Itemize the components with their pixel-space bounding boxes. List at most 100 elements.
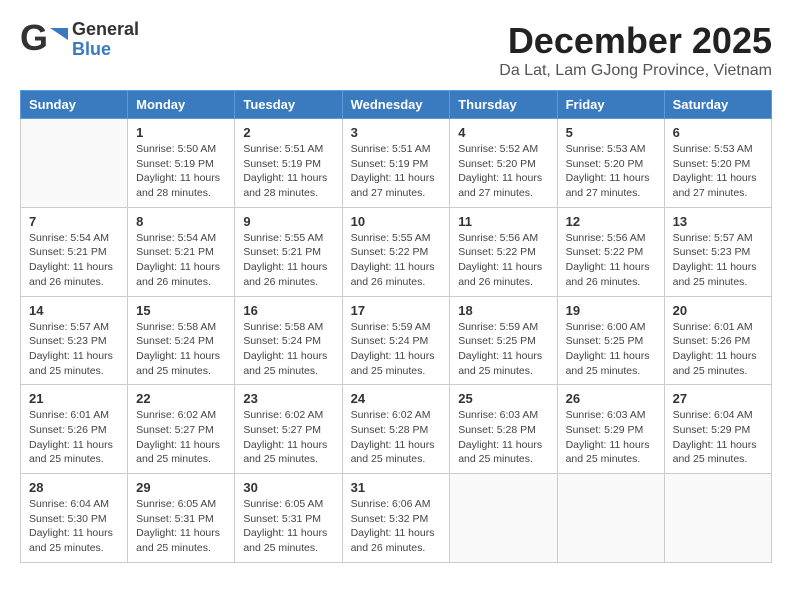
day-cell: 10 Sunrise: 5:55 AMSunset: 5:22 PMDayligh… xyxy=(342,207,450,296)
day-cell xyxy=(664,474,771,563)
day-info: Sunrise: 5:56 AMSunset: 5:22 PMDaylight:… xyxy=(458,231,548,290)
day-info: Sunrise: 5:59 AMSunset: 5:24 PMDaylight:… xyxy=(351,320,442,379)
day-number: 27 xyxy=(673,391,763,406)
day-cell: 30 Sunrise: 6:05 AMSunset: 5:31 PMDayligh… xyxy=(235,474,342,563)
day-cell: 4Sunrise: 5:52 AMSunset: 5:20 PMDaylight… xyxy=(450,119,557,208)
day-cell: 15Sunrise: 5:58 AMSunset: 5:24 PMDayligh… xyxy=(128,296,235,385)
day-info: Sunrise: 6:04 AMSunset: 5:29 PMDaylight:… xyxy=(673,408,763,467)
day-cell: 26 Sunrise: 6:03 AMSunset: 5:29 PMDayligh… xyxy=(557,385,664,474)
day-cell: 20Sunrise: 6:01 AMSunset: 5:26 PMDayligh… xyxy=(664,296,771,385)
day-number: 18 xyxy=(458,303,548,318)
day-info: Sunrise: 5:55 AMSunset: 5:22 PMDaylight:… xyxy=(351,231,442,290)
day-number: 7 xyxy=(29,214,119,229)
day-number: 4 xyxy=(458,125,548,140)
day-cell: 19 Sunrise: 6:00 AMSunset: 5:25 PMDayligh… xyxy=(557,296,664,385)
day-number: 16 xyxy=(243,303,333,318)
week-row-3: 14 Sunrise: 5:57 AMSunset: 5:23 PMDayligh… xyxy=(21,296,772,385)
day-info: Sunrise: 6:02 AMSunset: 5:27 PMDaylight:… xyxy=(136,408,226,467)
day-cell xyxy=(450,474,557,563)
svg-text:G: G xyxy=(20,20,48,58)
day-cell: 14 Sunrise: 5:57 AMSunset: 5:23 PMDayligh… xyxy=(21,296,128,385)
title-block: December 2025 Da Lat, Lam GJong Province… xyxy=(499,20,772,80)
day-info: Sunrise: 5:58 AMSunset: 5:24 PMDaylight:… xyxy=(243,320,333,379)
day-cell: 22 Sunrise: 6:02 AMSunset: 5:27 PMDayligh… xyxy=(128,385,235,474)
day-cell: 24 Sunrise: 6:02 AMSunset: 5:28 PMDayligh… xyxy=(342,385,450,474)
day-number: 31 xyxy=(351,480,442,495)
location-title: Da Lat, Lam GJong Province, Vietnam xyxy=(499,62,772,80)
day-number: 23 xyxy=(243,391,333,406)
day-info: Sunrise: 6:05 AMSunset: 5:31 PMDaylight:… xyxy=(136,497,226,556)
week-row-2: 7 Sunrise: 5:54 AMSunset: 5:21 PMDaylight… xyxy=(21,207,772,296)
header-saturday: Saturday xyxy=(664,91,771,119)
day-number: 13 xyxy=(673,214,763,229)
day-info: Sunrise: 6:04 AMSunset: 5:30 PMDaylight:… xyxy=(29,497,119,556)
day-info: Sunrise: 5:57 AMSunset: 5:23 PMDaylight:… xyxy=(29,320,119,379)
day-info: Sunrise: 5:54 AMSunset: 5:21 PMDaylight:… xyxy=(136,231,226,290)
day-cell: 12Sunrise: 5:56 AMSunset: 5:22 PMDayligh… xyxy=(557,207,664,296)
week-row-5: 28 Sunrise: 6:04 AMSunset: 5:30 PMDayligh… xyxy=(21,474,772,563)
day-cell: 28 Sunrise: 6:04 AMSunset: 5:30 PMDayligh… xyxy=(21,474,128,563)
day-cell: 11 Sunrise: 5:56 AMSunset: 5:22 PMDayligh… xyxy=(450,207,557,296)
day-number: 8 xyxy=(136,214,226,229)
day-number: 5 xyxy=(566,125,656,140)
day-number: 24 xyxy=(351,391,442,406)
day-cell xyxy=(21,119,128,208)
day-info: Sunrise: 5:58 AMSunset: 5:24 PMDaylight:… xyxy=(136,320,226,379)
day-number: 30 xyxy=(243,480,333,495)
day-cell: 23Sunrise: 6:02 AMSunset: 5:27 PMDayligh… xyxy=(235,385,342,474)
day-number: 25 xyxy=(458,391,548,406)
page-header: G General Blue December 2025 Da Lat, Lam… xyxy=(20,20,772,80)
header-friday: Friday xyxy=(557,91,664,119)
logo-blue: Blue xyxy=(72,40,139,60)
day-info: Sunrise: 5:57 AMSunset: 5:23 PMDaylight:… xyxy=(673,231,763,290)
day-cell: 7Sunrise: 5:54 AMSunset: 5:21 PMDaylight… xyxy=(21,207,128,296)
day-info: Sunrise: 6:06 AMSunset: 5:32 PMDaylight:… xyxy=(351,497,442,556)
day-number: 28 xyxy=(29,480,119,495)
day-info: Sunrise: 5:53 AMSunset: 5:20 PMDaylight:… xyxy=(673,142,763,201)
day-number: 26 xyxy=(566,391,656,406)
day-cell: 21 Sunrise: 6:01 AMSunset: 5:26 PMDayligh… xyxy=(21,385,128,474)
day-info: Sunrise: 6:01 AMSunset: 5:26 PMDaylight:… xyxy=(673,320,763,379)
week-row-1: 1Sunrise: 5:50 AMSunset: 5:19 PMDaylight… xyxy=(21,119,772,208)
logo-general: General xyxy=(72,20,139,40)
day-info: Sunrise: 6:03 AMSunset: 5:29 PMDaylight:… xyxy=(566,408,656,467)
day-cell: 31 Sunrise: 6:06 AMSunset: 5:32 PMDayligh… xyxy=(342,474,450,563)
day-info: Sunrise: 6:03 AMSunset: 5:28 PMDaylight:… xyxy=(458,408,548,467)
day-number: 19 xyxy=(566,303,656,318)
day-cell: 6 Sunrise: 5:53 AMSunset: 5:20 PMDaylight… xyxy=(664,119,771,208)
day-cell: 5Sunrise: 5:53 AMSunset: 5:20 PMDaylight… xyxy=(557,119,664,208)
day-number: 22 xyxy=(136,391,226,406)
logo: G General Blue xyxy=(20,20,139,60)
month-title: December 2025 xyxy=(499,20,772,62)
day-cell: 3Sunrise: 5:51 AMSunset: 5:19 PMDaylight… xyxy=(342,119,450,208)
day-cell: 1Sunrise: 5:50 AMSunset: 5:19 PMDaylight… xyxy=(128,119,235,208)
day-info: Sunrise: 5:59 AMSunset: 5:25 PMDaylight:… xyxy=(458,320,548,379)
day-number: 10 xyxy=(351,214,442,229)
logo-icon: G xyxy=(20,20,68,60)
day-info: Sunrise: 5:51 AMSunset: 5:19 PMDaylight:… xyxy=(243,142,333,201)
day-number: 6 xyxy=(673,125,763,140)
day-info: Sunrise: 6:01 AMSunset: 5:26 PMDaylight:… xyxy=(29,408,119,467)
day-number: 9 xyxy=(243,214,333,229)
day-number: 14 xyxy=(29,303,119,318)
day-number: 17 xyxy=(351,303,442,318)
day-info: Sunrise: 6:02 AMSunset: 5:28 PMDaylight:… xyxy=(351,408,442,467)
header-row: Sunday Monday Tuesday Wednesday Thursday… xyxy=(21,91,772,119)
day-number: 2 xyxy=(243,125,333,140)
day-info: Sunrise: 5:55 AMSunset: 5:21 PMDaylight:… xyxy=(243,231,333,290)
header-wednesday: Wednesday xyxy=(342,91,450,119)
day-cell: 13 Sunrise: 5:57 AMSunset: 5:23 PMDayligh… xyxy=(664,207,771,296)
day-info: Sunrise: 5:56 AMSunset: 5:22 PMDaylight:… xyxy=(566,231,656,290)
day-info: Sunrise: 6:05 AMSunset: 5:31 PMDaylight:… xyxy=(243,497,333,556)
day-info: Sunrise: 6:00 AMSunset: 5:25 PMDaylight:… xyxy=(566,320,656,379)
day-cell: 27 Sunrise: 6:04 AMSunset: 5:29 PMDayligh… xyxy=(664,385,771,474)
day-cell: 9 Sunrise: 5:55 AMSunset: 5:21 PMDaylight… xyxy=(235,207,342,296)
day-cell: 16 Sunrise: 5:58 AMSunset: 5:24 PMDayligh… xyxy=(235,296,342,385)
day-info: Sunrise: 5:50 AMSunset: 5:19 PMDaylight:… xyxy=(136,142,226,201)
day-cell: 17 Sunrise: 5:59 AMSunset: 5:24 PMDayligh… xyxy=(342,296,450,385)
day-cell: 25 Sunrise: 6:03 AMSunset: 5:28 PMDayligh… xyxy=(450,385,557,474)
day-number: 11 xyxy=(458,214,548,229)
header-monday: Monday xyxy=(128,91,235,119)
day-number: 21 xyxy=(29,391,119,406)
header-sunday: Sunday xyxy=(21,91,128,119)
